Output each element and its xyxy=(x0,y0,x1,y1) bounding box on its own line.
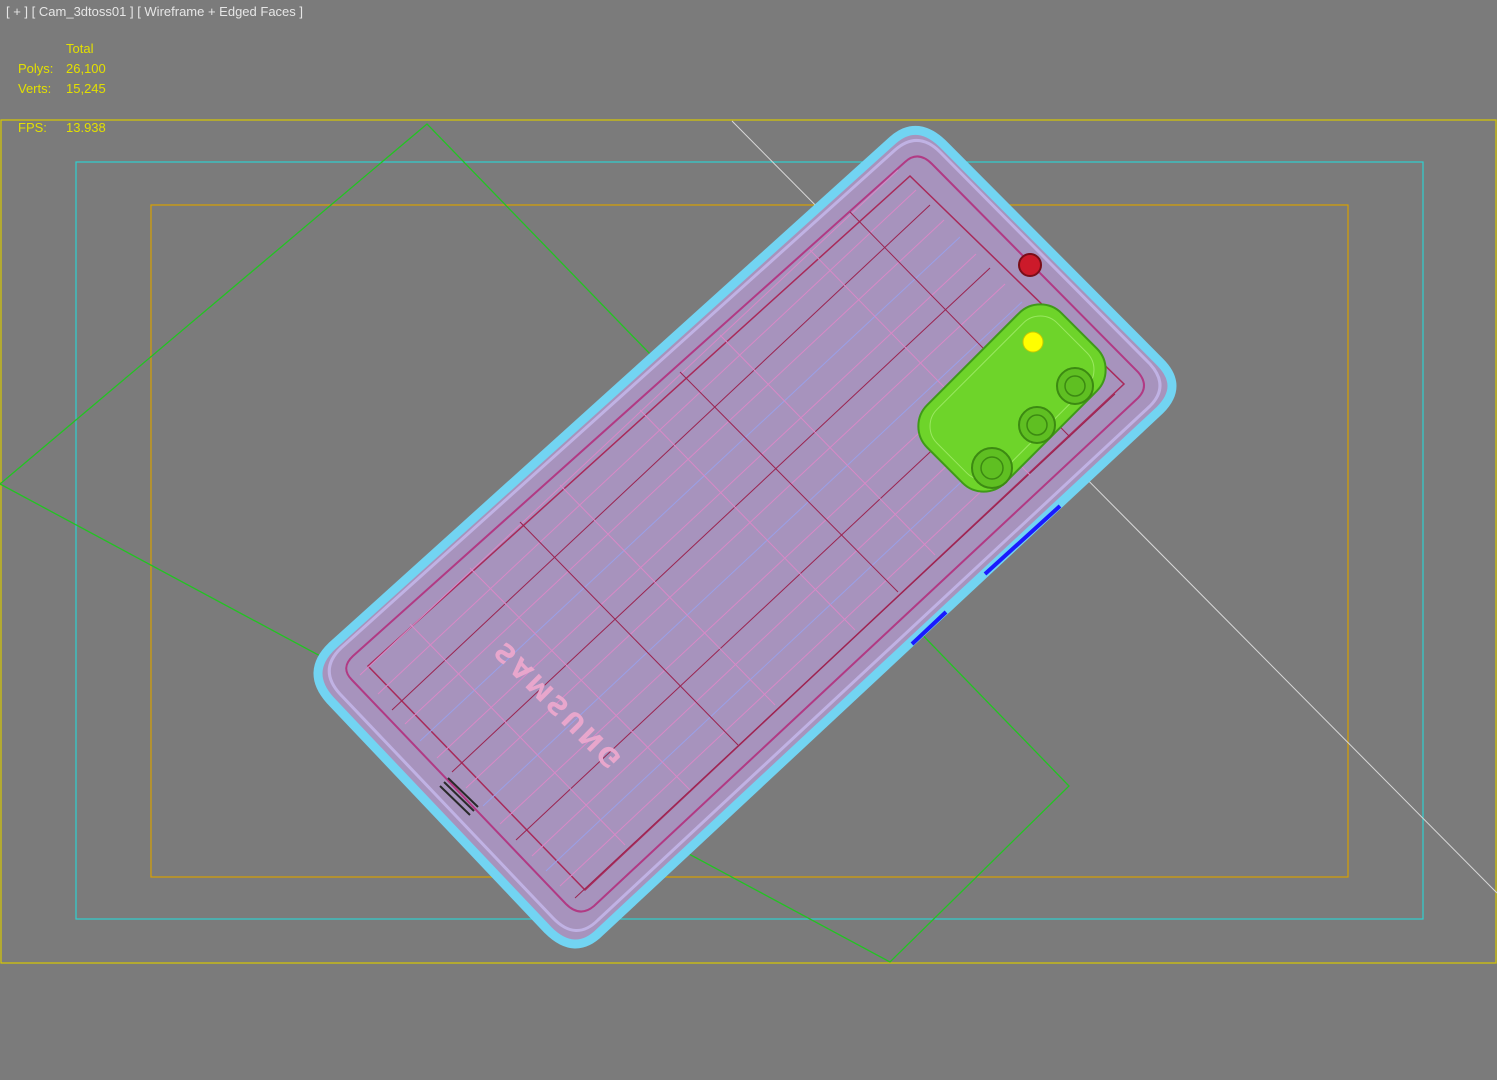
stats-fps-label: FPS: xyxy=(18,120,47,135)
camera-lens-1 xyxy=(1056,367,1094,405)
stats-fps-value: 13.938 xyxy=(66,120,106,135)
stats-verts-value: 15,245 xyxy=(66,81,106,96)
camera-lens-2 xyxy=(1018,406,1056,444)
viewport[interactable]: SAMSUNG [ + ] [ Cam_3dtoss01 ] [ Wirefra… xyxy=(0,0,1497,1080)
phone-model xyxy=(313,125,1177,949)
stats-verts-label: Verts: xyxy=(18,81,52,96)
stats-polys-label: Polys: xyxy=(18,61,54,76)
stats-polys-value: 26,100 xyxy=(66,61,106,76)
phone-outline xyxy=(313,125,1177,949)
viewport-label: [ + ] [ Cam_3dtoss01 ] [ Wireframe + Edg… xyxy=(6,4,303,19)
sensor xyxy=(1018,253,1042,277)
camera-lens-3 xyxy=(971,447,1013,489)
flash xyxy=(1022,331,1044,353)
viewport-shading-label[interactable]: [ Wireframe + Edged Faces ] xyxy=(137,4,303,19)
stats-total-header: Total xyxy=(66,41,94,56)
viewport-menu-plus[interactable]: [ + ] xyxy=(6,4,28,19)
viewport-camera-label[interactable]: [ Cam_3dtoss01 ] xyxy=(32,4,134,19)
scene-wireframe: SAMSUNG xyxy=(0,119,1497,964)
